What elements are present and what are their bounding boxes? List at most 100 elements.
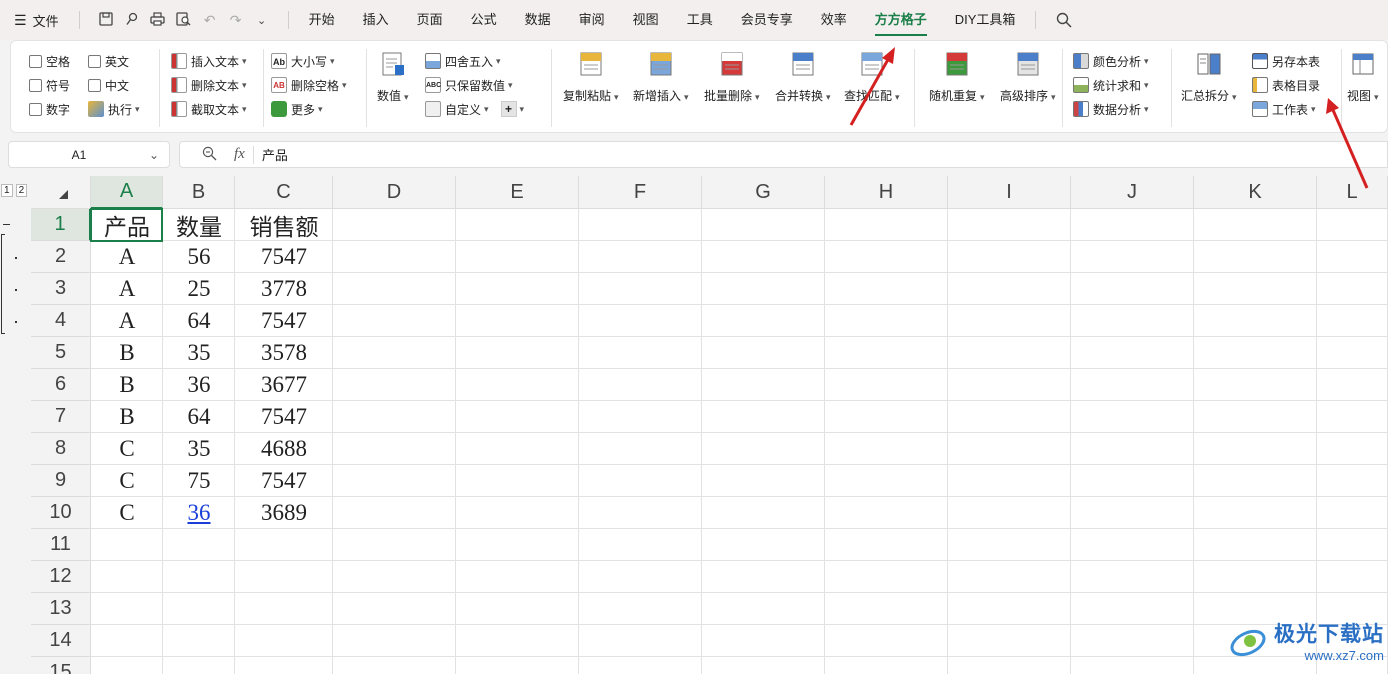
cell-C5[interactable]: 3578 bbox=[235, 337, 333, 369]
format-painter-icon[interactable] bbox=[124, 12, 140, 29]
color-analysis-button[interactable]: 颜色分析 ▾ bbox=[1073, 49, 1149, 73]
zoom-icon[interactable] bbox=[202, 146, 218, 164]
extract-text-button[interactable]: 截取文本 ▾ bbox=[171, 97, 247, 121]
tab-7[interactable]: 视图 bbox=[619, 0, 673, 40]
outline-level-2[interactable]: 2 bbox=[15, 184, 28, 197]
row-header-11[interactable]: 11 bbox=[31, 529, 91, 561]
tab-5[interactable]: 数据 bbox=[511, 0, 565, 40]
cell-B6[interactable]: 36 bbox=[163, 369, 235, 401]
fx-icon[interactable]: fx bbox=[234, 146, 245, 163]
cell-C10[interactable]: 3689 bbox=[235, 497, 333, 529]
checkbox[interactable] bbox=[29, 102, 42, 116]
name-box[interactable]: A1 ⌄ bbox=[8, 141, 170, 168]
cell-A1[interactable]: 产品 bbox=[91, 209, 163, 241]
cell-C9[interactable]: 7547 bbox=[235, 465, 333, 497]
plus-icon[interactable]: + bbox=[500, 101, 517, 117]
file-menu[interactable]: ☰ 文件 bbox=[0, 0, 73, 40]
checkbox[interactable] bbox=[88, 54, 101, 68]
cell-C3[interactable]: 3778 bbox=[235, 273, 333, 305]
keep-value-button[interactable]: ABC 只保留数值 ▾ bbox=[425, 73, 524, 97]
cell-B7[interactable]: 64 bbox=[163, 401, 235, 433]
delete-text-button[interactable]: 删除文本 ▾ bbox=[171, 73, 247, 97]
cell-B4[interactable]: 64 bbox=[163, 305, 235, 337]
cell-B10[interactable]: 36 bbox=[163, 497, 235, 529]
collapse-icon[interactable] bbox=[3, 224, 10, 225]
column-header-I[interactable]: I bbox=[948, 176, 1071, 209]
tab-1[interactable]: 开始 bbox=[295, 0, 349, 40]
column-header-C[interactable]: C bbox=[235, 176, 333, 209]
big-button-2[interactable]: 新增插入 ▾ bbox=[633, 51, 689, 104]
chevron-down-icon[interactable]: ⌄ bbox=[149, 148, 169, 162]
worksheet-button[interactable]: 工作表 ▾ bbox=[1252, 97, 1320, 121]
row-header-15[interactable]: 15 bbox=[31, 657, 91, 674]
undo-icon[interactable]: ↶ bbox=[202, 12, 218, 29]
cell-B5[interactable]: 35 bbox=[163, 337, 235, 369]
column-header-H[interactable]: H bbox=[825, 176, 948, 209]
checkbox-space[interactable]: 空格 bbox=[29, 49, 70, 73]
column-header-B[interactable]: B bbox=[163, 176, 235, 209]
tab-4[interactable]: 公式 bbox=[457, 0, 511, 40]
tab-12[interactable]: DIY工具箱 bbox=[941, 0, 1030, 40]
row-header-1[interactable]: 1 bbox=[31, 209, 91, 241]
print-icon[interactable] bbox=[150, 11, 166, 29]
row-header-10[interactable]: 10 bbox=[31, 497, 91, 529]
column-header-F[interactable]: F bbox=[579, 176, 702, 209]
cell-C1[interactable]: 销售额 bbox=[235, 209, 333, 241]
cell-C6[interactable]: 3677 bbox=[235, 369, 333, 401]
big-button-4[interactable]: 合并转换 ▾ bbox=[775, 51, 831, 104]
checkbox-number[interactable]: 数字 bbox=[29, 97, 70, 121]
cell-A9[interactable]: C bbox=[91, 465, 163, 497]
cell-C4[interactable]: 7547 bbox=[235, 305, 333, 337]
tab-9[interactable]: 会员专享 bbox=[727, 0, 807, 40]
insert-text-button[interactable]: 插入文本 ▾ bbox=[171, 49, 247, 73]
formula-input[interactable]: 产品 bbox=[262, 145, 288, 164]
chevron-down-icon[interactable]: ⌄ bbox=[254, 14, 270, 27]
cell-C2[interactable]: 7547 bbox=[235, 241, 333, 273]
big-button-1[interactable]: 复制粘贴 ▾ bbox=[563, 51, 619, 104]
tab-6[interactable]: 审阅 bbox=[565, 0, 619, 40]
stat-sum-button[interactable]: 统计求和 ▾ bbox=[1073, 73, 1149, 97]
row-header-8[interactable]: 8 bbox=[31, 433, 91, 465]
tab-8[interactable]: 工具 bbox=[673, 0, 727, 40]
table-catalog-button[interactable]: 表格目录 bbox=[1252, 73, 1320, 97]
cell-A3[interactable]: A bbox=[91, 273, 163, 305]
cell-A8[interactable]: C bbox=[91, 433, 163, 465]
cell-B3[interactable]: 25 bbox=[163, 273, 235, 305]
column-header-G[interactable]: G bbox=[702, 176, 825, 209]
more-button[interactable]: 更多 ▾ bbox=[271, 97, 347, 121]
redo-icon[interactable]: ↷ bbox=[228, 12, 244, 29]
row-header-13[interactable]: 13 bbox=[31, 593, 91, 625]
big-button-6[interactable]: 随机重复 ▾ bbox=[929, 51, 985, 104]
row-header-5[interactable]: 5 bbox=[31, 337, 91, 369]
save-icon[interactable] bbox=[98, 11, 114, 29]
checkbox-symbol[interactable]: 符号 bbox=[29, 73, 70, 97]
column-header-L[interactable]: L bbox=[1317, 176, 1388, 209]
big-button-5[interactable]: 查找匹配 ▾ bbox=[844, 51, 900, 104]
column-header-D[interactable]: D bbox=[333, 176, 456, 209]
row-header-7[interactable]: 7 bbox=[31, 401, 91, 433]
cell-B1[interactable]: 数量 bbox=[163, 209, 235, 241]
checkbox-chinese[interactable]: 中文 bbox=[88, 73, 140, 97]
checkbox-english[interactable]: 英文 bbox=[88, 49, 140, 73]
row-header-6[interactable]: 6 bbox=[31, 369, 91, 401]
tab-10[interactable]: 效率 bbox=[807, 0, 861, 40]
cell-C8[interactable]: 4688 bbox=[235, 433, 333, 465]
cell-A5[interactable]: B bbox=[91, 337, 163, 369]
row-header-2[interactable]: 2 bbox=[31, 241, 91, 273]
print-preview-icon[interactable] bbox=[176, 11, 192, 29]
value-button[interactable]: 数值 ▾ bbox=[377, 51, 409, 104]
cell-A7[interactable]: B bbox=[91, 401, 163, 433]
row-header-3[interactable]: 3 bbox=[31, 273, 91, 305]
cell-B8[interactable]: 35 bbox=[163, 433, 235, 465]
column-header-J[interactable]: J bbox=[1071, 176, 1194, 209]
cell-grid[interactable]: 产品 数量 销售额 A 56 7547 A 25 3778 A 64 7547 B 35 3578 B 36 36… bbox=[90, 208, 1388, 674]
delete-space-button[interactable]: AB 删除空格 ▾ bbox=[271, 73, 347, 97]
column-header-E[interactable]: E bbox=[456, 176, 579, 209]
checkbox[interactable] bbox=[29, 78, 42, 92]
case-button[interactable]: Ab 大小写 ▾ bbox=[271, 49, 347, 73]
round-button[interactable]: 四舍五入 ▾ bbox=[425, 49, 524, 73]
custom-button[interactable]: 自定义 ▾ + ▾ bbox=[425, 97, 524, 121]
row-header-14[interactable]: 14 bbox=[31, 625, 91, 657]
search-icon[interactable] bbox=[1056, 12, 1072, 28]
save-sheet-button[interactable]: 另存本表 bbox=[1252, 49, 1320, 73]
